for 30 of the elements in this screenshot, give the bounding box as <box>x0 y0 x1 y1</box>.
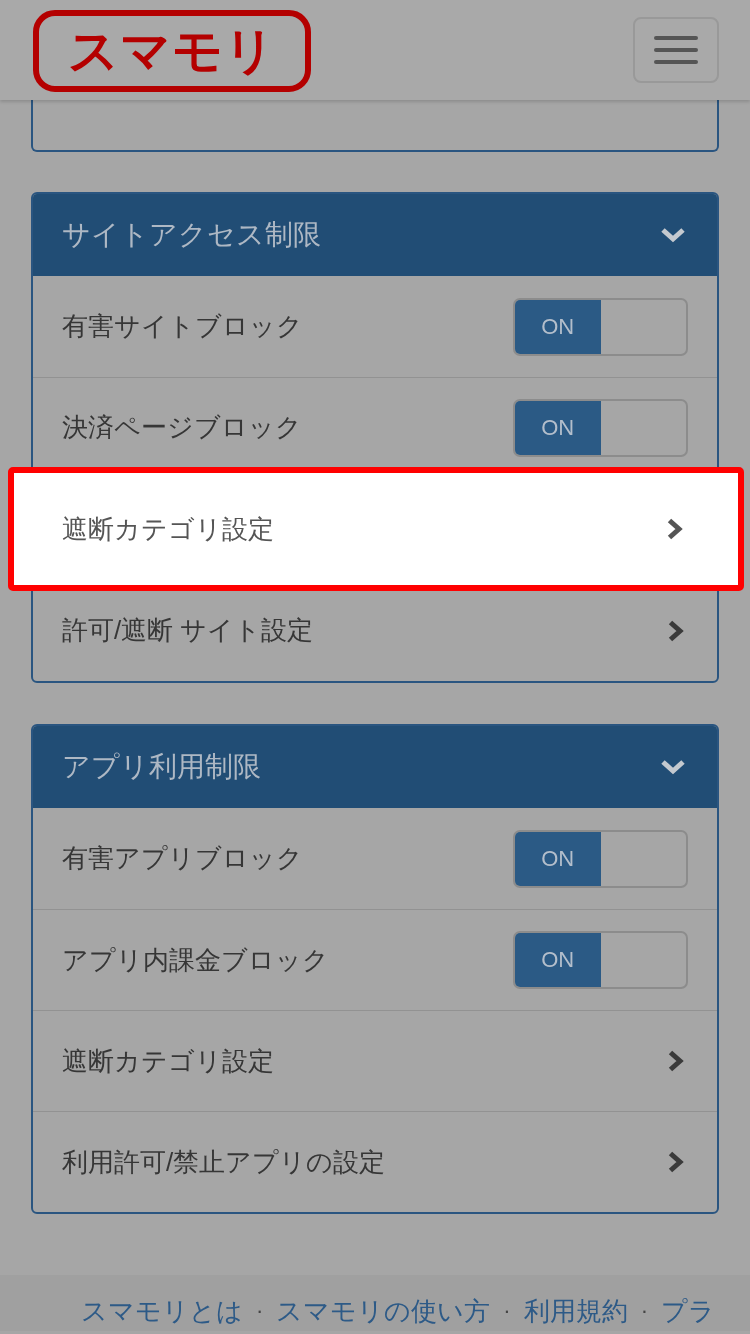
settings-item[interactable]: 許可/遮断 サイト設定 <box>33 591 717 681</box>
logo[interactable]: スマモリ <box>33 10 311 92</box>
footer-link[interactable]: 利用規約 <box>523 1296 628 1328</box>
setting-label: 決済ページブロック <box>62 411 302 444</box>
menu-icon <box>654 36 698 64</box>
chevron-right-icon <box>666 517 684 541</box>
separator-dot: · <box>503 1297 511 1325</box>
footer-link[interactable]: スマモリとは <box>81 1296 243 1328</box>
toggle-switch[interactable]: ON <box>513 829 688 888</box>
toggle-switch[interactable]: ON <box>513 931 688 989</box>
setting-label: 有害サイトブロック <box>62 310 303 343</box>
footer-link[interactable]: スマモリの使い方 <box>276 1296 491 1328</box>
settings-item[interactable]: 遮断カテゴリ設定 <box>33 1010 717 1111</box>
settings-item[interactable]: 遮断カテゴリ設定 <box>8 467 744 591</box>
chevron-down-icon <box>660 759 686 775</box>
toggle-switch[interactable]: ON <box>513 297 688 356</box>
section-header[interactable]: サイトアクセス制限 <box>33 194 717 276</box>
chevron-right-icon <box>667 618 685 643</box>
separator-dot: · <box>256 1297 264 1325</box>
menu-button[interactable] <box>633 17 719 83</box>
chevron-right-icon <box>667 1150 685 1174</box>
settings-item[interactable]: 利用許可/禁止アプリの設定 <box>33 1111 717 1212</box>
toggle-switch[interactable]: ON <box>513 398 688 457</box>
setting-label: 有害アプリブロック <box>62 842 303 875</box>
footer-link[interactable]: プラ <box>661 1296 715 1328</box>
setting-label: アプリ内課金ブロック <box>62 943 329 977</box>
separator-dot: · <box>640 1297 648 1325</box>
section-header[interactable]: アプリ利用制限 <box>33 726 717 808</box>
chevron-right-icon <box>667 1049 685 1073</box>
chevron-down-icon <box>660 227 686 243</box>
